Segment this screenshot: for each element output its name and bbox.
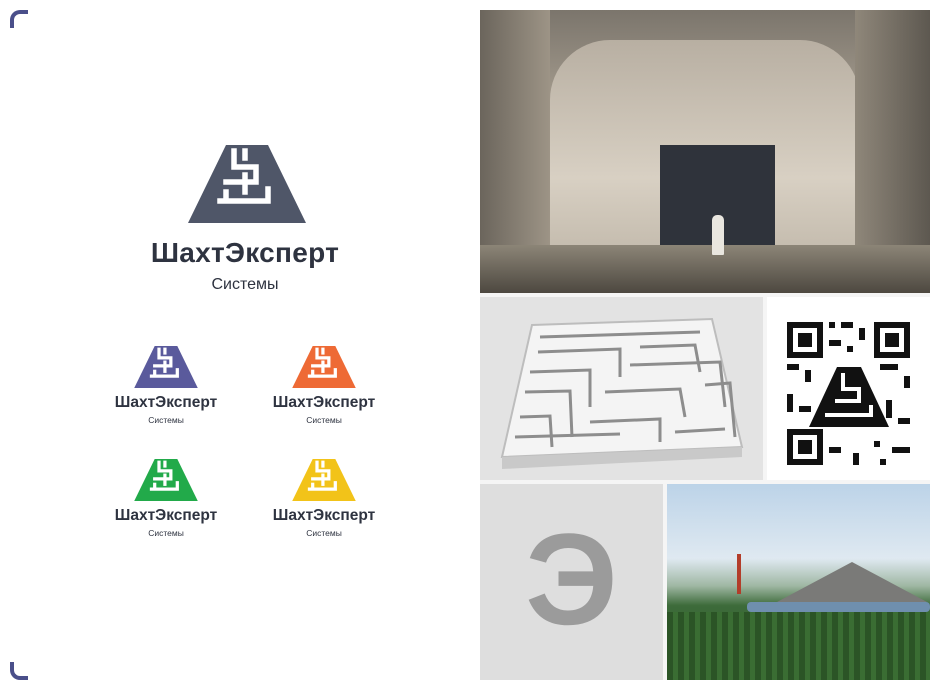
variant-name: ШахтЭксперт [114,394,218,411]
factory-chimney [737,554,741,594]
letter-e-glyph: Э [525,506,618,652]
logo-mark-yellow [292,459,356,501]
variant-name: ШахтЭксперт [272,394,376,411]
brand-name: ШахтЭксперт [150,237,340,268]
variant-name: ШахтЭксперт [272,507,376,524]
forest [667,612,930,680]
landscape-photo [667,484,930,680]
variant-subtitle: Системы [148,528,184,538]
variant-subtitle: Системы [306,528,342,538]
variant-subtitle: Системы [306,415,342,425]
qr-code-graphic [787,322,910,465]
letter-e-tile: Э [480,484,663,680]
lake [747,602,930,612]
qr-code [767,297,930,480]
corner-accent-top-left [10,10,28,28]
logo-mark-green [134,459,198,501]
imagery-grid: Э [480,10,930,680]
logo-mark-orange [292,346,356,388]
variant-subtitle: Системы [148,415,184,425]
logo-panel: ШахтЭксперт Системы ШахтЭксперт Системы … [10,10,480,680]
miner-figure [712,215,724,255]
moodboard: ШахтЭксперт Системы ШахтЭксперт Системы … [10,10,930,680]
spoil-heap [777,562,927,602]
mine-tunnel-photo [480,10,930,293]
variant-name: ШахтЭксперт [114,507,218,524]
brand-subtitle: Системы [211,276,279,293]
logo-mark-violet [134,346,198,388]
maze-illustration [500,317,744,469]
corner-accent-bottom-left [10,662,28,680]
primary-logo-mark [188,145,306,223]
maze-image [480,297,763,480]
